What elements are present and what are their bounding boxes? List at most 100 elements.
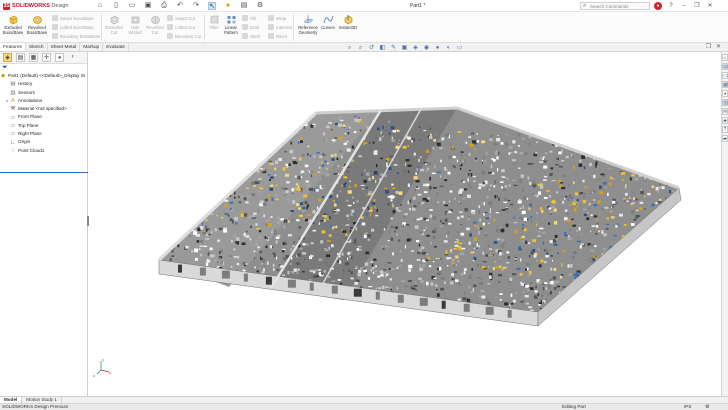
tab-sketch[interactable]: Sketch <box>26 43 48 51</box>
point-cloud-cluster <box>233 221 236 225</box>
point-cloud-cluster <box>584 186 588 189</box>
property-manager-tab-icon[interactable]: ▤ <box>16 53 25 62</box>
revolved-cut-button[interactable]: Revolved Cut <box>145 14 165 36</box>
revolved-boss-button[interactable]: Revolved Boss/Base <box>26 14 48 36</box>
fillet-button[interactable]: Fillet <box>206 14 222 31</box>
configuration-manager-tab-icon[interactable]: ▦ <box>29 53 38 62</box>
restore-doc-icon[interactable]: ❐ <box>705 44 712 51</box>
section-view-icon[interactable]: ◧ <box>379 45 386 52</box>
pdm-icon[interactable]: ◈ <box>722 117 728 124</box>
close-doc-icon[interactable]: ✕ <box>715 44 722 51</box>
tree-item-right-plane[interactable]: ▱ Right Plane <box>0 130 87 138</box>
display-style-icon[interactable]: ◈ <box>412 45 419 52</box>
new-file-icon[interactable]: ▯ <box>112 2 120 10</box>
tab-markup[interactable]: Markup <box>80 43 104 51</box>
undo-icon[interactable]: ↶ <box>176 2 184 10</box>
graphics-area[interactable]: y x z <box>89 52 721 396</box>
reference-geometry-button[interactable]: Reference Geometry <box>296 14 320 36</box>
lofted-boss-button[interactable]: Lofted Boss/Base <box>52 23 94 31</box>
mirror-button[interactable]: Mirror <box>268 32 287 40</box>
tree-item-top-plane[interactable]: ▱ Top Plane <box>0 122 87 130</box>
expand-pane-icon[interactable]: › <box>68 53 77 62</box>
file-explorer-icon[interactable]: ▭ <box>722 72 728 79</box>
feature-tree-tab-icon[interactable]: ◈ <box>3 53 12 62</box>
extruded-boss-button[interactable]: Extruded Boss/Base <box>2 14 24 36</box>
help-icon[interactable]: ? <box>667 2 675 10</box>
redo-icon[interactable]: ↷ <box>192 2 200 10</box>
curves-button[interactable]: Curves <box>320 14 336 31</box>
rebuild-icon[interactable]: ● <box>224 2 232 10</box>
triad-y-label: y <box>102 357 104 362</box>
restore-icon[interactable]: ❐ <box>693 2 701 10</box>
shell-button[interactable]: Shell <box>242 32 260 40</box>
tree-root-part[interactable]: ◆ Part1 (Default) <<Default>_Display St <box>0 72 87 80</box>
tree-item-history[interactable]: ▤ History <box>0 80 87 88</box>
point-cloud-cluster <box>390 237 394 241</box>
boundary-boss-button[interactable]: Boundary Boss/Base <box>52 32 100 40</box>
app-logo[interactable]: 3S SOLIDWORKS Design <box>3 2 69 10</box>
edit-appearance-icon[interactable]: ● <box>434 45 441 52</box>
boundary-cut-icon <box>167 33 173 39</box>
apply-scene-icon[interactable]: ◐ <box>445 45 452 52</box>
view-palette-icon[interactable]: ▦ <box>722 81 728 88</box>
solidworks-resources-icon[interactable]: ⌂ <box>722 54 728 61</box>
linear-pattern-button[interactable]: Linear Pattern <box>222 14 240 36</box>
lofted-cut-button[interactable]: Lofted Cut <box>167 23 195 31</box>
tree-item-material[interactable]: ⚒ Material <not specified> <box>0 105 87 113</box>
point-cloud-cluster <box>474 159 477 162</box>
view-orientation-icon[interactable]: ▣ <box>401 45 408 52</box>
status-options-icon[interactable]: ⚙ <box>705 404 709 410</box>
open-folder-icon[interactable]: ▭ <box>128 2 136 10</box>
extruded-cut-button[interactable]: Extruded Cut <box>104 14 124 36</box>
display-manager-tab-icon[interactable]: ◕ <box>55 53 64 62</box>
options-gear-icon[interactable]: ⚙ <box>256 2 264 10</box>
search-commands-input[interactable]: ⌕ Search Commands <box>580 2 650 10</box>
zoom-to-fit-icon[interactable]: ⌕ <box>346 45 353 52</box>
view-settings-icon[interactable]: ▭ <box>456 45 463 52</box>
hole-wizard-button[interactable]: Hole Wizard <box>125 14 145 36</box>
tree-item-annotations[interactable]: ▸ A Annotations <box>0 97 87 105</box>
pinned-icon[interactable]: ▰ <box>722 135 728 142</box>
tree-item-origin[interactable]: ∟ Origin <box>0 138 87 146</box>
design-library-icon[interactable]: ▤ <box>722 63 728 70</box>
help-resources-icon[interactable]: ? <box>722 126 728 133</box>
minimize-icon[interactable]: – <box>680 2 688 10</box>
boundary-cut-button[interactable]: Boundary Cut <box>167 32 201 40</box>
wrap-button[interactable]: Wrap <box>268 14 286 22</box>
point-cloud-cluster <box>207 259 209 261</box>
point-cloud-model[interactable]: y x z <box>89 52 721 396</box>
draft-button[interactable]: Draft <box>242 23 259 31</box>
tab-sheet-metal[interactable]: Sheet Metal <box>48 43 81 51</box>
tree-item-front-plane[interactable]: ▱ Front Plane <box>0 113 87 121</box>
tab-evaluate[interactable]: Evaluate <box>103 43 129 51</box>
intersect-button[interactable]: Intersect <box>268 23 292 31</box>
user-account-icon[interactable]: ● <box>654 2 662 10</box>
file-properties-icon[interactable]: ▤ <box>240 2 248 10</box>
dimxpert-tab-icon[interactable]: ✛ <box>42 53 51 62</box>
save-icon[interactable]: ▣ <box>144 2 152 10</box>
previous-view-icon[interactable]: ↺ <box>368 45 375 52</box>
tree-item-sensors[interactable]: ▥ Sensors <box>0 89 87 97</box>
filter-icon[interactable]: ⏷ <box>0 64 87 72</box>
close-icon[interactable]: ✕ <box>706 2 714 10</box>
point-cloud-cluster <box>596 141 599 143</box>
appearances-icon[interactable]: ◕ <box>722 90 728 97</box>
dynamic-annotation-icon[interactable]: ✎ <box>390 45 397 52</box>
home-icon[interactable]: ⌂ <box>96 2 104 10</box>
rib-button[interactable]: Rib <box>242 14 256 22</box>
swept-boss-button[interactable]: Swept Boss/Base <box>52 14 94 22</box>
point-cloud-cluster <box>268 194 271 198</box>
hide-show-items-icon[interactable]: ◉ <box>423 45 430 52</box>
point-cloud-cluster <box>418 126 421 128</box>
custom-properties-icon[interactable]: ▥ <box>722 99 728 106</box>
select-arrow-icon[interactable]: ↖ <box>208 2 216 10</box>
unit-system-selector[interactable]: IPS <box>684 404 691 410</box>
print-icon[interactable]: ⎙ <box>160 2 168 10</box>
instant3d-button[interactable]: Instant3D <box>337 14 359 31</box>
rollback-bar[interactable] <box>0 172 88 173</box>
swept-cut-button[interactable]: Swept Cut <box>167 14 195 22</box>
tree-item-point-cloud[interactable]: ⁘ Point Cloud1 <box>0 147 87 155</box>
forum-icon[interactable]: ✉ <box>722 108 728 115</box>
zoom-to-area-icon[interactable]: ⌕ <box>357 45 364 52</box>
tab-features[interactable]: Features <box>0 43 26 51</box>
